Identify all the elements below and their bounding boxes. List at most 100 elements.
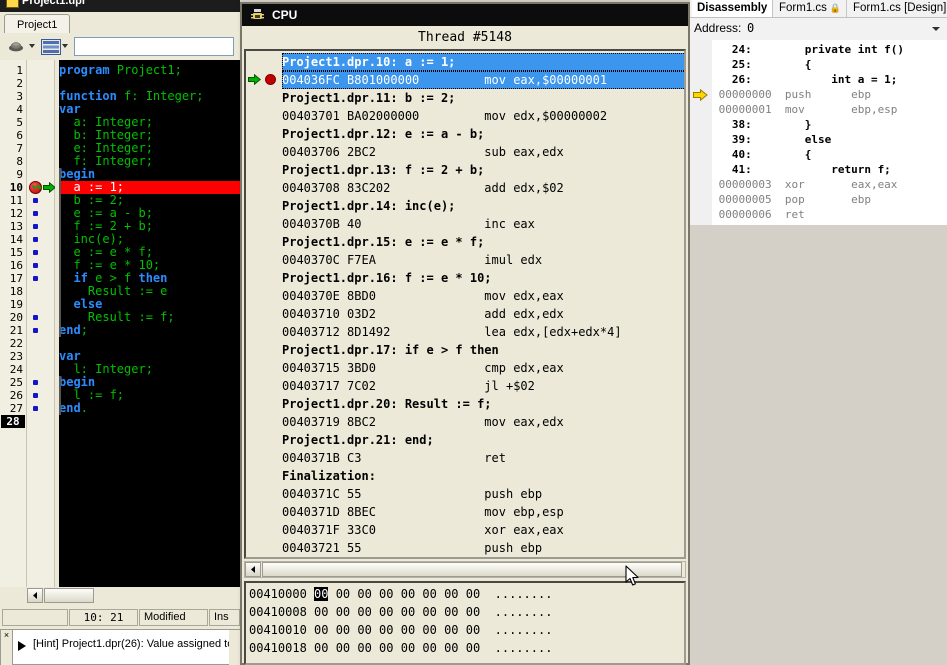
code-line[interactable]: program Project1; [59,64,240,77]
disasm-hscroll-thumb[interactable] [262,562,682,577]
line-number: 14 [1,233,23,246]
selected-byte[interactable]: 00 [314,587,328,601]
memory-row[interactable]: 00410008 00 00 00 00 00 00 00 00 .......… [249,603,552,621]
disassembly-instruction-line[interactable]: 0040371D 8BEC mov ebp,esp [282,503,686,521]
vs-source-line[interactable]: 24: private int f() [712,42,904,57]
line-number: 23 [1,350,23,363]
vs-tab-label: Disassembly [697,2,767,14]
disassembly-source-line[interactable]: Project1.dpr.17: if e > f then [282,341,686,359]
address-value[interactable]: 0 [747,21,754,35]
disassembly-instruction-line[interactable]: 00403712 8D1492 lea edx,[edx+edx*4] [282,323,686,341]
memory-row[interactable]: 00410018 00 00 00 00 00 00 00 00 .......… [249,639,552,657]
close-icon[interactable]: × [1,630,13,665]
layout-icon[interactable] [41,37,61,57]
breakpoint-icon[interactable] [265,74,276,85]
line-number: 22 [1,337,23,350]
vs-source-line[interactable]: 41: return f; [712,162,891,177]
disassembly-list[interactable]: Project1.dpr.10: a := 1;004036FC B801000… [244,49,686,559]
line-number: 18 [1,285,23,298]
editor-status-bar: 10: 21 Modified Ins [0,607,240,627]
memory-row[interactable]: 00410000 00 00 00 00 00 00 00 00 .......… [249,585,552,603]
code-line[interactable]: end. [59,402,240,415]
memory-dump-panel[interactable]: 00410000 00 00 00 00 00 00 00 00 .......… [244,581,686,665]
disassembly-instruction-line[interactable]: 00403719 8BC2 mov eax,edx [282,413,686,431]
vs-indicator-margin[interactable] [690,40,712,225]
vs-source-line[interactable]: 39: else [712,132,831,147]
line-compiled-dot-icon [33,328,38,333]
search-input[interactable] [74,37,234,56]
vs-instruction-line[interactable]: 00000000 push ebp [712,87,871,102]
disassembly-instruction-line[interactable]: 00403706 2BC2 sub eax,edx [282,143,686,161]
vs-address-bar: Address: 0 [690,19,947,38]
line-compiled-dot-icon [33,224,38,229]
tab-project1[interactable]: Project1 [4,14,70,35]
vs-instruction-line[interactable]: 00000003 xor eax,eax [712,177,897,192]
disassembly-instruction-line[interactable]: 00403721 55 push ebp [282,539,686,557]
code-line[interactable]: end; [59,324,240,337]
layout-dropdown-icon[interactable] [62,44,68,48]
vs-tab-form1-cs[interactable]: Form1.cs🔒 [774,0,847,17]
vs-tab-form1-cs-design[interactable]: Form1.cs [Design]🔒 [848,0,947,17]
scroll-left-button[interactable] [27,588,43,603]
line-number: 26 [1,389,23,402]
disassembly-source-line[interactable]: Project1.dpr.10: a := 1; [282,53,686,71]
line-number: 2 [1,77,23,90]
thread-label: Thread #5148 [242,28,688,47]
line-number: 9 [1,168,23,181]
vs-source-line[interactable]: 40: { [712,147,811,162]
breakpoint-icon[interactable] [29,181,42,194]
editor-horizontal-scrollbar[interactable] [0,587,240,604]
disassembly-source-line[interactable]: Project1.dpr.16: f := e * 10; [282,269,686,287]
vs-source-line[interactable]: 38: } [712,117,811,132]
vs-source-line[interactable]: 25: { [712,57,811,72]
chevron-down-icon[interactable] [932,27,940,31]
code-line[interactable] [59,337,240,350]
ide-title-bar: Project1.dpr [0,0,240,12]
disassembly-instruction-line[interactable]: 0040370C F7EA imul edx [282,251,686,269]
vs-instruction-line[interactable]: 00000005 pop ebp [712,192,871,207]
memory-row[interactable]: 00410010 00 00 00 00 00 00 00 00 .......… [249,621,552,639]
code-block-bar [59,168,61,337]
vs-instruction-line[interactable]: 00000001 mov ebp,esp [712,102,897,117]
code-line[interactable] [59,415,240,428]
disassembly-instruction-line[interactable]: 0040370B 40 inc eax [282,215,686,233]
disassembly-source-line[interactable]: Project1.dpr.21: end; [282,431,686,449]
disassembly-instruction-line[interactable]: 00403708 83C202 add edx,$02 [282,179,686,197]
disasm-scroll-left-button[interactable] [245,562,261,577]
code-block-bar [59,376,61,415]
history-icon[interactable] [6,37,26,57]
line-number: 16 [1,259,23,272]
code-text-area[interactable]: program Project1;function f: Integer;var… [59,60,240,587]
expand-triangle-icon[interactable] [18,641,26,651]
disassembly-horizontal-scrollbar[interactable] [244,561,686,578]
code-line[interactable]: function f: Integer; [59,90,240,103]
vs-source-line[interactable]: 26: int a = 1; [712,72,897,87]
disassembly-instruction-line[interactable]: 00403717 7C02 jl +$02 [282,377,686,395]
disassembly-instruction-line[interactable]: 00403701 BA02000000 mov edx,$00000002 [282,107,686,125]
vs-instruction-line[interactable]: 00000006 ret [712,207,851,222]
vs-tab-disassembly[interactable]: Disassembly [692,0,773,17]
disassembly-instruction-line[interactable]: 00403715 3BD0 cmp edx,eax [282,359,686,377]
disassembly-source-line[interactable]: Finalization: [282,467,686,485]
history-dropdown-icon[interactable] [29,44,35,48]
line-number: 28 [1,415,25,428]
message-vertical-scrollbar[interactable] [229,630,240,665]
vs-disassembly-body[interactable]: 24: private int f() 25: { 26: int a = 1;… [690,40,947,225]
disassembly-source-line[interactable]: Project1.dpr.14: inc(e); [282,197,686,215]
disassembly-source-line[interactable]: Project1.dpr.13: f := 2 + b; [282,161,686,179]
disassembly-source-line[interactable]: Project1.dpr.15: e := e * f; [282,233,686,251]
document-icon [6,0,19,8]
disassembly-instruction-line[interactable]: 004036FC B801000000 mov eax,$00000001 [282,71,686,89]
disassembly-source-line[interactable]: Project1.dpr.11: b := 2; [282,89,686,107]
disassembly-gutter[interactable] [246,51,282,557]
disassembly-instruction-line[interactable]: 0040371B C3 ret [282,449,686,467]
editor-hscroll-thumb[interactable] [44,588,94,603]
disassembly-instruction-line[interactable]: 00403710 03D2 add edx,edx [282,305,686,323]
breakpoint-gutter[interactable] [27,60,55,587]
disassembly-instruction-line[interactable]: 0040371C 55 push ebp [282,485,686,503]
disassembly-instruction-line[interactable]: 0040371F 33C0 xor eax,eax [282,521,686,539]
disassembly-instruction-line[interactable]: 0040370E 8BD0 mov edx,eax [282,287,686,305]
disassembly-source-line[interactable]: Project1.dpr.12: e := a - b; [282,125,686,143]
disassembly-source-line[interactable]: Project1.dpr.20: Result := f; [282,395,686,413]
line-number: 8 [1,155,23,168]
